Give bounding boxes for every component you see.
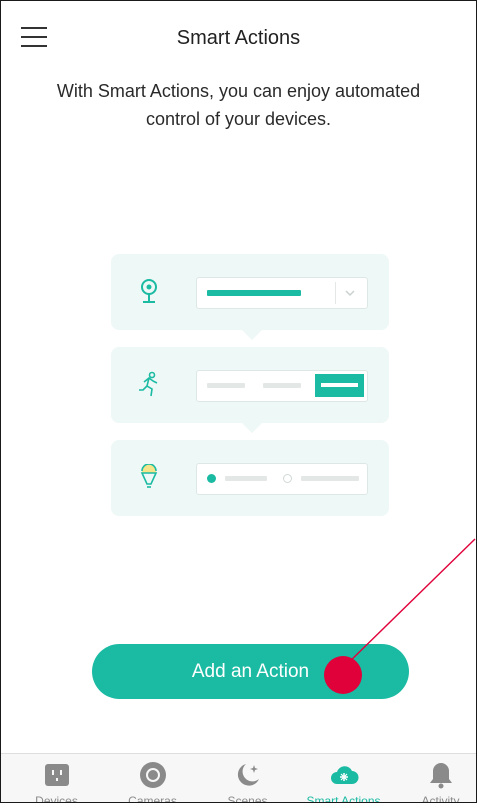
- illustration-card-trigger-event: [111, 347, 389, 433]
- bottom-tab-bar: Devices Cameras Scenes Smart Actions Act…: [1, 753, 476, 803]
- tab-activity[interactable]: Activity: [393, 754, 476, 803]
- moon-stars-icon: [237, 764, 259, 786]
- bell-icon: [430, 763, 452, 789]
- tab-smart-actions[interactable]: Smart Actions: [296, 754, 391, 803]
- light-bulb-icon: [140, 464, 158, 488]
- segmented-control-illustration: [196, 370, 368, 402]
- device-dropdown-illustration: [196, 277, 368, 309]
- camera-icon: [140, 762, 166, 788]
- tab-label: Activity: [421, 794, 460, 803]
- tab-scenes[interactable]: Scenes: [200, 754, 295, 803]
- tab-label: Smart Actions: [306, 794, 381, 803]
- tab-label: Scenes: [227, 794, 268, 803]
- running-person-icon: [139, 371, 158, 397]
- page-title: Smart Actions: [176, 27, 301, 49]
- tab-devices[interactable]: Devices: [9, 754, 104, 803]
- header: Smart Actions: [1, 1, 476, 73]
- radio-options-illustration: [196, 463, 368, 495]
- tab-label: Cameras: [128, 794, 177, 803]
- add-action-button[interactable]: Add an Action: [92, 644, 409, 699]
- tab-label: Devices: [35, 794, 78, 803]
- cloud-sparkle-icon: [331, 766, 359, 784]
- chevron-down-icon: [345, 290, 355, 297]
- illustration-card-trigger-device: [111, 254, 389, 340]
- tab-cameras[interactable]: Cameras: [105, 754, 200, 803]
- camera-device-icon: [141, 279, 157, 303]
- illustration-card-action: [111, 440, 389, 516]
- app-frame: Smart Actions With Smart Actions, you ca…: [0, 0, 477, 803]
- plug-icon: [45, 764, 69, 786]
- intro-text: With Smart Actions, you can enjoy automa…: [56, 81, 421, 129]
